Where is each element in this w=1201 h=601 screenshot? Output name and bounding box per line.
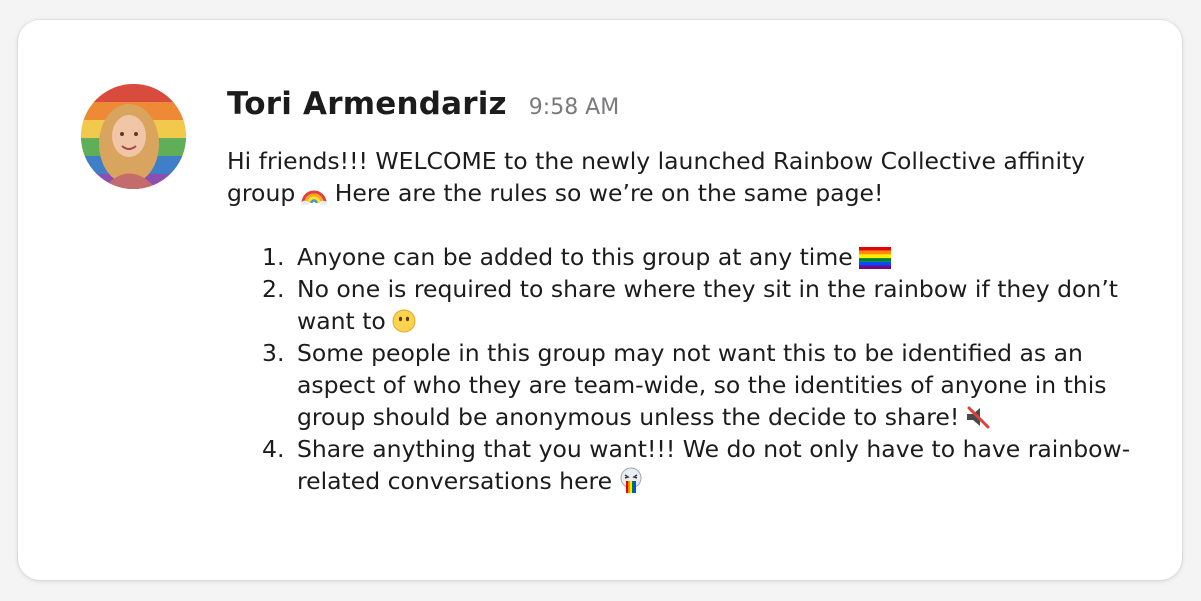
rule-number: 3. [262, 339, 285, 367]
message-intro: Hi friends!!! WELCOME to the newly launc… [227, 145, 1147, 209]
author-name[interactable]: Tori Armendariz [227, 86, 507, 122]
rainbow-icon [301, 183, 328, 205]
message-body: Hi friends!!! WELCOME to the newly launc… [227, 145, 1147, 497]
rule-text: Share anything that you want!!! We do no… [297, 435, 1131, 495]
list-item: 2. No one is required to share where they… [262, 273, 1147, 337]
rule-number: 2. [262, 275, 285, 303]
muted-speaker-icon [965, 405, 991, 429]
avatar[interactable] [81, 84, 186, 189]
rule-text: No one is required to share where they s… [297, 275, 1119, 335]
rule-number: 4. [262, 435, 285, 463]
rule-number: 1. [262, 243, 285, 271]
rainbow-puke-icon [618, 467, 644, 493]
intro-text-continued: Here are the rules so we’re on the same … [327, 179, 884, 207]
list-item: 3. Some people in this group may not want… [262, 337, 1147, 433]
message-card: Tori Armendariz 9:58 AM Hi friends!!! WE… [18, 20, 1182, 580]
rainbow-flag-icon [858, 247, 891, 269]
list-item: 4. Share anything that you want!!! We do … [262, 433, 1147, 497]
rule-text: Anyone can be added to this group at any… [297, 243, 853, 271]
list-item: 1. Anyone can be added to this group at a… [262, 241, 1147, 273]
message-timestamp[interactable]: 9:58 AM [529, 95, 619, 120]
message-header: Tori Armendariz 9:58 AM [227, 86, 619, 122]
rules-list: 1. Anyone can be added to this group at a… [227, 241, 1147, 497]
no-mouth-face-icon [392, 309, 416, 333]
